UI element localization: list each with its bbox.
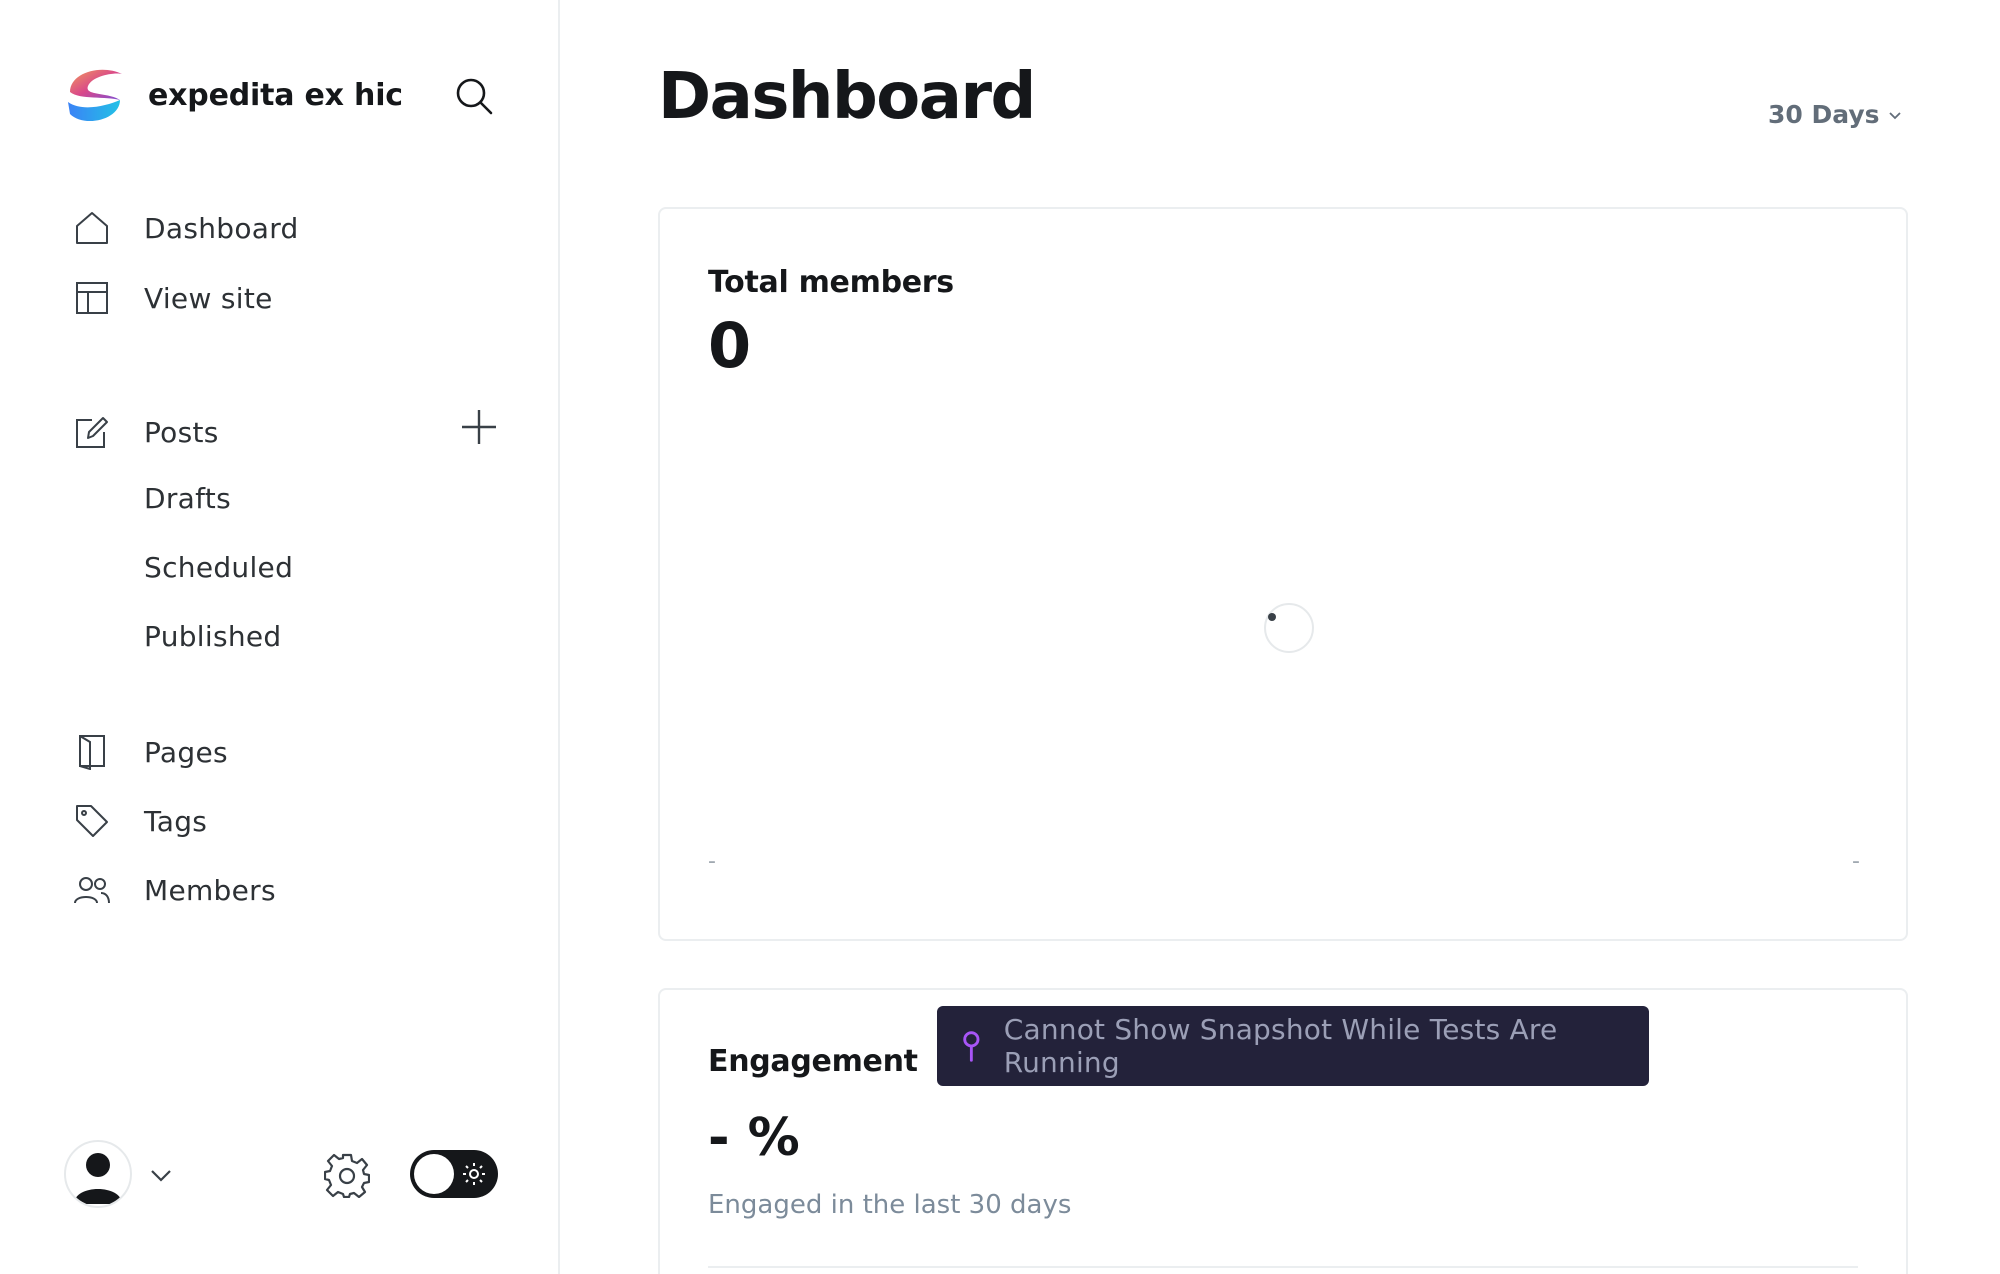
members-icon <box>72 870 112 910</box>
sidebar-item-published[interactable]: Published <box>144 611 282 661</box>
sun-icon <box>463 1163 485 1185</box>
chevron-down-icon <box>1888 111 1901 119</box>
engagement-value: - % <box>708 1108 800 1168</box>
sidebar-item-scheduled[interactable]: Scheduled <box>144 542 293 592</box>
engagement-subtitle: Engaged in the last 30 days <box>708 1190 1072 1220</box>
chart-axis-start: - <box>708 849 716 874</box>
search-icon <box>456 78 493 115</box>
sidebar-item-view-site[interactable]: View site <box>72 270 273 326</box>
loading-spinner <box>1264 603 1314 653</box>
new-post-button[interactable] <box>456 404 502 450</box>
total-members-value: 0 <box>708 309 752 382</box>
date-range-value: 30 Days <box>1768 100 1880 129</box>
sidebar-item-label: View site <box>144 281 273 315</box>
home-icon <box>72 208 112 248</box>
sidebar-item-members[interactable]: Members <box>72 862 276 918</box>
theme-toggle[interactable] <box>410 1150 498 1198</box>
page-icon <box>72 732 112 772</box>
sidebar-item-label: Pages <box>144 735 228 769</box>
plus-icon <box>462 410 496 444</box>
search-button[interactable] <box>452 74 496 118</box>
brand-name: expedita ex hic <box>148 77 403 113</box>
card-title: Engagement <box>708 1044 918 1079</box>
divider <box>708 1266 1858 1268</box>
edit-icon <box>72 412 112 452</box>
toggle-knob <box>414 1154 454 1194</box>
card-title: Total members <box>708 265 954 300</box>
avatar[interactable] <box>64 1140 132 1208</box>
brand-logo-icon <box>68 69 122 122</box>
page-title: Dashboard <box>658 60 1036 134</box>
snapshot-message: Cannot Show Snapshot While Tests Are Run… <box>1003 1013 1558 1079</box>
layout-icon <box>72 278 112 318</box>
brand[interactable]: expedita ex hic <box>62 62 403 128</box>
sidebar-item-tags[interactable]: Tags <box>72 793 207 849</box>
sidebar: expedita ex hic Dashboard View site Post… <box>0 0 560 1274</box>
pin-icon <box>963 1031 980 1062</box>
date-range-select[interactable]: 30 Days <box>1768 100 1902 129</box>
sidebar-item-dashboard[interactable]: Dashboard <box>72 200 299 256</box>
sidebar-item-posts[interactable]: Posts <box>72 404 219 460</box>
sidebar-item-pages[interactable]: Pages <box>72 724 228 780</box>
sidebar-item-label: Members <box>144 873 276 907</box>
sidebar-item-label: Posts <box>144 415 219 449</box>
chevron-down-icon[interactable] <box>146 1160 176 1190</box>
snapshot-banner: Cannot Show Snapshot While Tests Are Run… <box>937 1006 1649 1086</box>
sidebar-item-drafts[interactable]: Drafts <box>144 473 231 523</box>
total-members-card: Total members 0 - - <box>658 207 1908 941</box>
sidebar-item-label: Tags <box>144 804 208 838</box>
tag-icon <box>72 801 112 841</box>
user-avatar-icon <box>74 1153 122 1204</box>
gear-icon[interactable] <box>324 1152 370 1198</box>
chart-axis-end: - <box>1852 849 1860 874</box>
sidebar-item-label: Dashboard <box>144 211 299 245</box>
